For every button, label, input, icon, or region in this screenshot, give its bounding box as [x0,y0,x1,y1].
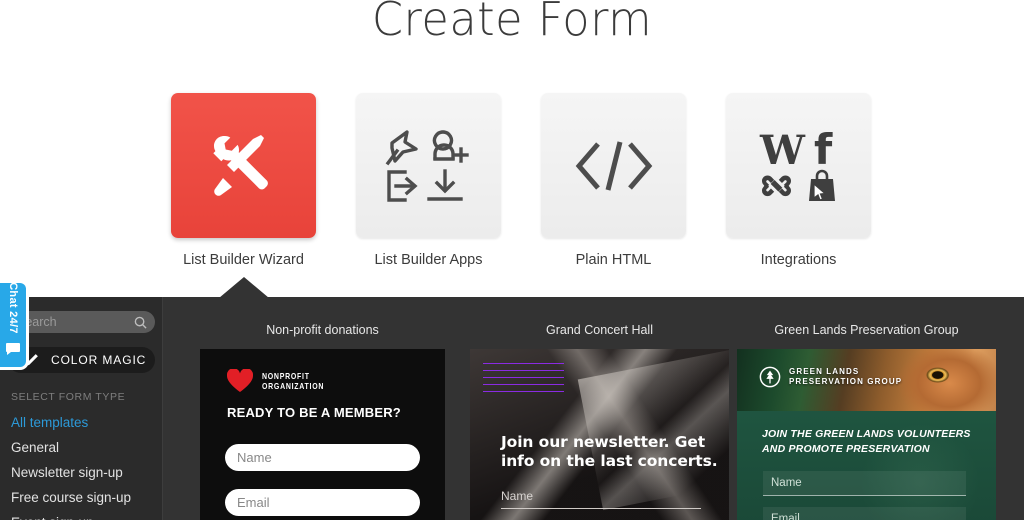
color-magic-button[interactable]: COLOR MAGIC [8,347,155,373]
export-icon [386,169,418,202]
tile-list-builder-apps[interactable]: List Builder Apps [356,93,501,268]
tile-label: List Builder Apps [374,252,483,268]
sidebar-item-newsletter-sign-up[interactable]: Newsletter sign-up [11,460,161,485]
sidebar-item-general[interactable]: General [11,435,161,460]
nonprofit-logo: NONPROFIT ORGANIZATION [227,369,338,393]
sidebar-item-all-templates[interactable]: All templates [11,410,161,435]
chat-tab-label: Chat 24/7 [7,282,19,334]
concert-hall-heading: Join our newsletter. Get info on the las… [501,433,718,470]
tile-surface-apps[interactable] [356,93,501,238]
tile-surface-wizard[interactable] [171,93,316,238]
tile-surface-integrations[interactable]: W f [726,93,871,238]
page-title: Create Form [371,0,653,46]
download-icon [426,168,463,201]
form-type-tiles: List Builder Wizard List Builder Apps Pl… [0,93,1024,268]
green-lands-logo: GREEN LANDS PRESERVATION GROUP [759,366,902,388]
tile-label: Integrations [760,252,837,268]
code-icon [574,138,654,194]
template-card-title: Non-profit donations [266,323,379,337]
heart-icon [227,369,253,392]
tile-label: List Builder Wizard [183,252,304,268]
template-preview[interactable]: NONPROFIT ORGANIZATION READY TO BE A MEM… [200,349,445,520]
green-lands-name-field[interactable]: Name [763,471,966,496]
nonprofit-heading: READY TO BE A MEMBER? [227,405,401,420]
field-label: Name [501,489,534,503]
section-label: SELECT FORM TYPE [11,391,126,403]
template-card-grid: Non-profit donations NONPROFIT ORGANIZAT… [163,297,1024,520]
wordpress-w-icon: W [759,128,806,174]
chat-tab[interactable]: Chat 24/7 [0,282,26,367]
tile-label: Plain HTML [575,252,652,268]
search-placeholder: Search [17,315,57,329]
joomla-icon [761,174,791,196]
facebook-f-icon: f [814,128,833,174]
tile-integrations[interactable]: W f Integrations [726,93,871,268]
green-lands-heading: JOIN THE GREEN LANDS VOLUNTEERS AND PROM… [762,428,971,455]
accent-lines [483,363,564,398]
selected-tile-pointer [219,277,269,298]
template-card-green-lands[interactable]: Green Lands Preservation Group GREEN LAN… [737,297,996,520]
chat-bubble-icon [6,342,20,360]
nonprofit-email-field[interactable]: Email [225,489,420,516]
template-browser-panel: Search COLOR MAGIC SELECT FORM TYPE All … [0,297,1024,520]
shopping-bag-icon [808,169,835,201]
template-card-concert-hall[interactable]: Grand Concert Hall Join our newsletter. … [470,297,729,520]
tile-plain-html[interactable]: Plain HTML [541,93,686,268]
search-icon[interactable] [134,316,155,329]
green-lands-email-field[interactable]: Email [763,507,966,520]
tile-surface-html[interactable] [541,93,686,238]
nonprofit-logo-line2: ORGANIZATION [262,381,325,391]
pin-icon [385,129,418,165]
green-lands-logo-line1: GREEN LANDS [789,367,860,376]
concert-hall-name-field[interactable]: Name [501,489,701,509]
tile-list-builder-wizard[interactable]: List Builder Wizard [171,93,316,268]
apps-icon [383,128,475,204]
form-type-list: All templates General Newsletter sign-up… [11,410,161,520]
field-underline [501,508,701,509]
template-card-title: Green Lands Preservation Group [774,323,959,337]
search-input[interactable]: Search [8,311,155,333]
person-add-icon [432,129,469,163]
tree-circle-icon [759,366,781,388]
pencil-icon [24,353,39,368]
template-card-non-profit[interactable]: Non-profit donations NONPROFIT ORGANIZAT… [200,297,445,520]
create-form-screen: Create Form List Builder Wizard List Bui… [0,0,1024,520]
nonprofit-logo-line1: NONPROFIT [262,371,310,381]
sidebar-item-free-course-sign-up[interactable]: Free course sign-up [11,485,161,510]
green-lands-logo-line2: PRESERVATION GROUP [789,377,903,386]
template-preview[interactable]: Join our newsletter. Get info on the las… [470,349,729,520]
nonprofit-name-field[interactable]: Name [225,444,420,471]
sidebar-item-event-sign-up[interactable]: Event sign-up [11,510,161,520]
integrations-icon: W f [756,128,842,204]
tools-icon [201,123,287,209]
template-preview[interactable]: GREEN LANDS PRESERVATION GROUP JOIN THE … [737,349,996,520]
color-magic-label: COLOR MAGIC [51,353,147,367]
template-card-title: Grand Concert Hall [546,323,653,337]
